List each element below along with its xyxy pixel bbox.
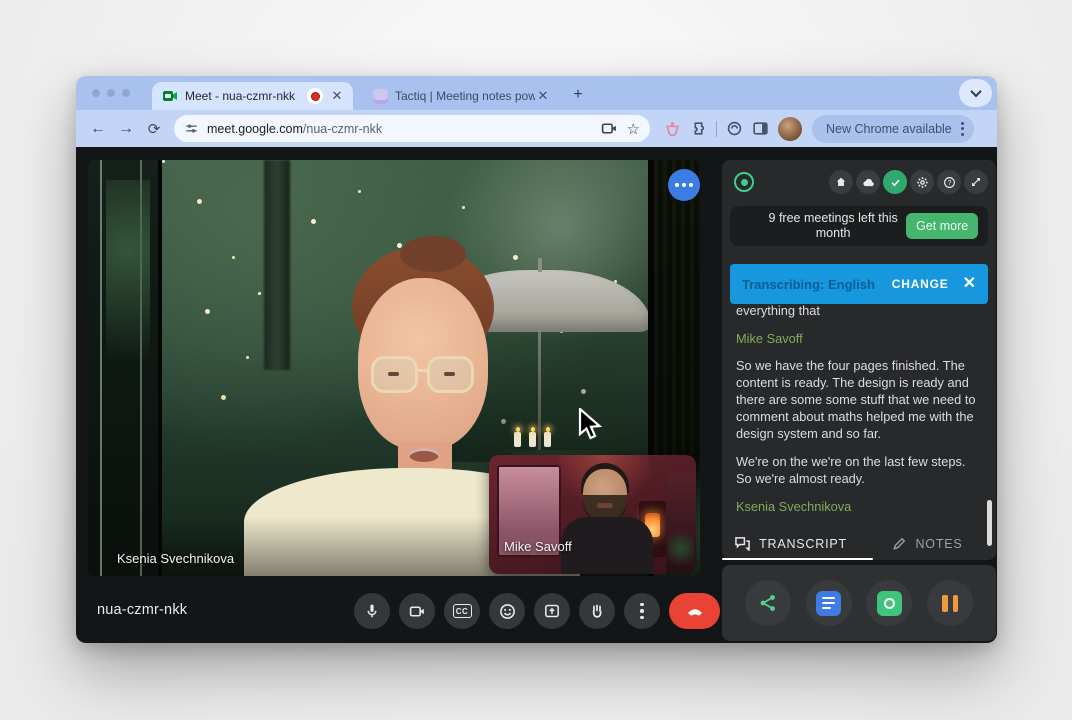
bookmark-star-icon[interactable]: ☆ [627, 120, 640, 138]
pip-video-tile[interactable]: Mike Savoff [489, 455, 696, 574]
transcript-text: So we have the four pages finished. The … [736, 357, 984, 442]
chevron-down-icon [970, 86, 981, 97]
settings-gear-icon[interactable] [910, 170, 934, 194]
microphone-button[interactable] [354, 593, 390, 629]
mouse-cursor [578, 408, 604, 442]
extensions-puzzle-icon[interactable] [690, 120, 707, 137]
window-traffic-lights[interactable] [92, 89, 130, 97]
tab-transcript-label: TRANSCRIPT [759, 537, 847, 551]
transcribing-banner: Transcribing: English CHANGE ✕ [730, 264, 988, 304]
tab-close-icon[interactable]: ✕ [329, 88, 345, 104]
tab-notes-label: NOTES [915, 537, 962, 551]
tab-title: Tactiq | Meeting notes powe [395, 89, 535, 103]
browser-toolbar: ← → ⟳ meet.google.com/nua-czmr-nkk ☆ New… [76, 110, 997, 147]
screenshot-button[interactable] [866, 580, 912, 626]
main-participant-name: Ksenia Svechnikova [117, 551, 234, 566]
expand-icon[interactable] [964, 170, 988, 194]
panel-tabs: TRANSCRIPT NOTES [722, 527, 996, 560]
forward-button[interactable]: → [112, 120, 140, 138]
tab-strip: Meet - nua-czmr-nkk ✕ Tactiq | Meeting n… [76, 76, 997, 110]
browser-window: Meet - nua-czmr-nkk ✕ Tactiq | Meeting n… [76, 76, 997, 643]
url-text[interactable]: meet.google.com/nua-czmr-nkk [207, 122, 601, 136]
kebab-icon [640, 603, 644, 620]
tactiq-header: ? [722, 160, 996, 204]
present-screen-button[interactable] [534, 593, 570, 629]
tab-notes[interactable]: NOTES [859, 527, 996, 560]
page-content: Mike Savoff Ksenia Svechnikova nua-czmr-… [76, 147, 997, 643]
camera-url-icon[interactable] [601, 120, 618, 137]
scene-left-door [88, 160, 158, 576]
back-button[interactable]: ← [84, 120, 112, 138]
export-to-docs-button[interactable] [806, 580, 852, 626]
change-language-button[interactable]: CHANGE [892, 277, 949, 291]
cc-icon: CC [453, 604, 472, 618]
chrome-update-button[interactable]: New Chrome available [812, 115, 974, 143]
tactiq-logo-icon [734, 172, 754, 192]
new-tab-button[interactable]: + [568, 85, 588, 105]
transcript-speaker: Mike Savoff [736, 330, 984, 347]
get-more-button[interactable]: Get more [906, 213, 978, 239]
reactions-button[interactable] [489, 593, 525, 629]
transcript-list[interactable]: everything that Mike Savoff So we have the… [736, 302, 984, 526]
site-settings-icon[interactable] [184, 121, 199, 136]
transcript-text: We're on the we're on the last few steps… [736, 453, 984, 487]
pencil-icon [892, 536, 907, 551]
camera-button[interactable] [399, 593, 435, 629]
main-video-tile: Mike Savoff Ksenia Svechnikova [88, 160, 700, 576]
quota-text: 9 free meetings left this month [760, 211, 906, 241]
meet-controls: CC [354, 593, 720, 629]
tactiq-panel: ? 9 free meetings left this month Get mo… [722, 160, 996, 643]
address-bar[interactable]: meet.google.com/nua-czmr-nkk ☆ [174, 115, 650, 142]
chat-bubbles-icon [734, 536, 751, 551]
meet-favicon-icon [162, 88, 178, 104]
home-icon[interactable] [829, 170, 853, 194]
lens-extension-icon[interactable] [726, 120, 743, 137]
transcript-speaker: Ksenia Svechnikova [736, 498, 984, 515]
meeting-code: nua-czmr-nkk [97, 602, 187, 618]
active-tab-underline [722, 558, 873, 561]
docs-icon [816, 591, 841, 616]
transcript-text: everything that [736, 302, 984, 319]
quota-card: 9 free meetings left this month Get more [730, 206, 988, 246]
tab-meet[interactable]: Meet - nua-czmr-nkk ✕ [152, 82, 353, 110]
transcript-text: oh, that's amazing to hear [736, 525, 984, 526]
tab-transcript[interactable]: TRANSCRIPT [722, 527, 859, 560]
profile-avatar[interactable] [778, 117, 802, 141]
tab-search-chevron-button[interactable] [959, 79, 992, 107]
tactiq-transcript-card: ? 9 free meetings left this month Get mo… [722, 160, 996, 560]
tab-close-icon[interactable]: ✕ [535, 88, 551, 104]
chat-notification-badge[interactable] [668, 169, 700, 201]
captions-button[interactable]: CC [444, 593, 480, 629]
pip-participant-name: Mike Savoff [504, 539, 572, 554]
banner-close-icon[interactable]: ✕ [963, 276, 976, 292]
protected-check-icon[interactable] [883, 170, 907, 194]
pause-button[interactable] [927, 580, 973, 626]
more-options-button[interactable] [624, 593, 660, 629]
chrome-update-label: New Chrome available [826, 122, 952, 136]
cloud-sync-icon[interactable] [856, 170, 880, 194]
raise-hand-button[interactable] [579, 593, 615, 629]
tactiq-favicon-icon [373, 89, 388, 104]
browser-menu-kebab-icon[interactable] [961, 122, 964, 136]
pause-icon [942, 595, 958, 612]
tab-title: Meet - nua-czmr-nkk [185, 89, 301, 103]
tactiq-extension-icon[interactable] [664, 120, 681, 137]
tactiq-actions-card [722, 565, 996, 641]
tab-tactiq[interactable]: Tactiq | Meeting notes powe ✕ [363, 82, 559, 110]
side-panel-icon[interactable] [752, 120, 769, 137]
reload-button[interactable]: ⟳ [140, 120, 168, 138]
end-call-button[interactable] [669, 593, 720, 629]
help-icon[interactable]: ? [937, 170, 961, 194]
divider [716, 121, 717, 137]
recording-indicator-icon [307, 88, 323, 104]
svg-text:?: ? [947, 179, 951, 186]
screenshot-camera-icon [877, 591, 902, 616]
transcribing-label: Transcribing: English [742, 277, 892, 292]
string-lights [162, 160, 165, 163]
share-button[interactable] [745, 580, 791, 626]
candles [514, 432, 551, 447]
